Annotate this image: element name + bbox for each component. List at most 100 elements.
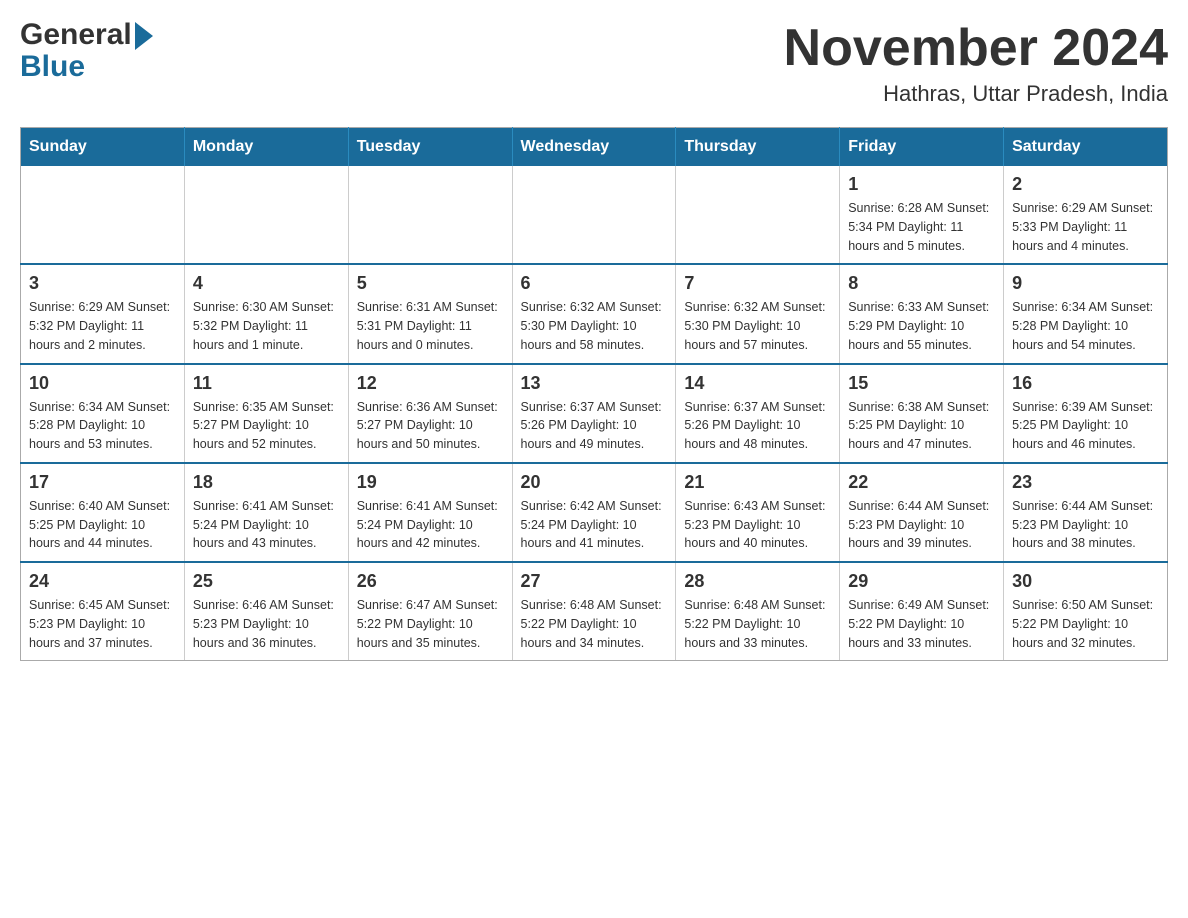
logo-blue-text: Blue [20,50,85,83]
calendar-cell [184,166,348,264]
day-info: Sunrise: 6:35 AM Sunset: 5:27 PM Dayligh… [193,398,340,454]
calendar-cell: 10 Sunrise: 6:34 AM Sunset: 5:28 PM Dayli… [21,364,185,463]
day-info: Sunrise: 6:36 AM Sunset: 5:27 PM Dayligh… [357,398,504,454]
day-number: 22 [848,472,995,493]
calendar-title: November 2024 [784,20,1168,77]
day-number: 14 [684,373,831,394]
day-info: Sunrise: 6:37 AM Sunset: 5:26 PM Dayligh… [684,398,831,454]
calendar-cell: 14 Sunrise: 6:37 AM Sunset: 5:26 PM Dayli… [676,364,840,463]
calendar-cell: 16 Sunrise: 6:39 AM Sunset: 5:25 PM Dayli… [1004,364,1168,463]
day-number: 10 [29,373,176,394]
day-info: Sunrise: 6:46 AM Sunset: 5:23 PM Dayligh… [193,596,340,652]
day-number: 3 [29,273,176,294]
day-number: 7 [684,273,831,294]
logo-general-text: General [20,20,132,50]
calendar-body: 1 Sunrise: 6:28 AM Sunset: 5:34 PM Daylig… [21,166,1168,661]
logo: General Blue [20,20,153,84]
day-info: Sunrise: 6:31 AM Sunset: 5:31 PM Dayligh… [357,298,504,354]
calendar-cell [348,166,512,264]
day-info: Sunrise: 6:38 AM Sunset: 5:25 PM Dayligh… [848,398,995,454]
day-info: Sunrise: 6:50 AM Sunset: 5:22 PM Dayligh… [1012,596,1159,652]
day-number: 24 [29,571,176,592]
day-number: 18 [193,472,340,493]
day-number: 15 [848,373,995,394]
calendar-cell: 17 Sunrise: 6:40 AM Sunset: 5:25 PM Dayli… [21,463,185,562]
day-number: 26 [357,571,504,592]
day-number: 17 [29,472,176,493]
calendar-weekday-sunday: Sunday [21,128,185,167]
calendar-cell: 20Sunrise: 6:42 AM Sunset: 5:24 PM Dayli… [512,463,676,562]
day-info: Sunrise: 6:41 AM Sunset: 5:24 PM Dayligh… [357,497,504,553]
calendar-week-4: 17 Sunrise: 6:40 AM Sunset: 5:25 PM Dayli… [21,463,1168,562]
calendar-cell [512,166,676,264]
day-number: 12 [357,373,504,394]
day-info: Sunrise: 6:48 AM Sunset: 5:22 PM Dayligh… [521,596,668,652]
calendar-cell: 12 Sunrise: 6:36 AM Sunset: 5:27 PM Dayli… [348,364,512,463]
day-info: Sunrise: 6:29 AM Sunset: 5:33 PM Dayligh… [1012,199,1159,255]
calendar-cell: 21 Sunrise: 6:43 AM Sunset: 5:23 PM Dayli… [676,463,840,562]
calendar-cell: 30 Sunrise: 6:50 AM Sunset: 5:22 PM Dayli… [1004,562,1168,661]
day-number: 9 [1012,273,1159,294]
day-number: 27 [521,571,668,592]
day-number: 30 [1012,571,1159,592]
calendar-cell: 2 Sunrise: 6:29 AM Sunset: 5:33 PM Daylig… [1004,166,1168,264]
day-info: Sunrise: 6:28 AM Sunset: 5:34 PM Dayligh… [848,199,995,255]
day-info: Sunrise: 6:39 AM Sunset: 5:25 PM Dayligh… [1012,398,1159,454]
day-number: 6 [521,273,668,294]
day-number: 21 [684,472,831,493]
day-number: 4 [193,273,340,294]
calendar-cell: 1 Sunrise: 6:28 AM Sunset: 5:34 PM Daylig… [840,166,1004,264]
day-number: 11 [193,373,340,394]
day-info: Sunrise: 6:41 AM Sunset: 5:24 PM Dayligh… [193,497,340,553]
day-number: 28 [684,571,831,592]
day-info: Sunrise: 6:29 AM Sunset: 5:32 PM Dayligh… [29,298,176,354]
day-info: Sunrise: 6:45 AM Sunset: 5:23 PM Dayligh… [29,596,176,652]
day-number: 13 [521,373,668,394]
calendar-weekday-wednesday: Wednesday [512,128,676,167]
logo-arrow-icon [135,22,153,50]
day-number: 25 [193,571,340,592]
calendar-weekday-friday: Friday [840,128,1004,167]
calendar-title-block: November 2024 Hathras, Uttar Pradesh, In… [784,20,1168,107]
day-info: Sunrise: 6:47 AM Sunset: 5:22 PM Dayligh… [357,596,504,652]
calendar-weekday-tuesday: Tuesday [348,128,512,167]
day-number: 23 [1012,472,1159,493]
day-number: 5 [357,273,504,294]
calendar-cell: 6 Sunrise: 6:32 AM Sunset: 5:30 PM Daylig… [512,264,676,363]
day-number: 20 [521,472,668,493]
day-info: Sunrise: 6:44 AM Sunset: 5:23 PM Dayligh… [848,497,995,553]
day-info: Sunrise: 6:32 AM Sunset: 5:30 PM Dayligh… [521,298,668,354]
calendar-weekday-saturday: Saturday [1004,128,1168,167]
day-info: Sunrise: 6:32 AM Sunset: 5:30 PM Dayligh… [684,298,831,354]
calendar-cell: 19 Sunrise: 6:41 AM Sunset: 5:24 PM Dayli… [348,463,512,562]
calendar-weekday-monday: Monday [184,128,348,167]
calendar-week-5: 24 Sunrise: 6:45 AM Sunset: 5:23 PM Dayli… [21,562,1168,661]
calendar-cell: 29Sunrise: 6:49 AM Sunset: 5:22 PM Dayli… [840,562,1004,661]
calendar-cell: 11 Sunrise: 6:35 AM Sunset: 5:27 PM Dayli… [184,364,348,463]
calendar-cell: 25 Sunrise: 6:46 AM Sunset: 5:23 PM Dayli… [184,562,348,661]
calendar-weekday-thursday: Thursday [676,128,840,167]
day-info: Sunrise: 6:34 AM Sunset: 5:28 PM Dayligh… [1012,298,1159,354]
calendar-cell: 3 Sunrise: 6:29 AM Sunset: 5:32 PM Daylig… [21,264,185,363]
day-info: Sunrise: 6:30 AM Sunset: 5:32 PM Dayligh… [193,298,340,354]
day-info: Sunrise: 6:48 AM Sunset: 5:22 PM Dayligh… [684,596,831,652]
calendar-header-row: SundayMondayTuesdayWednesdayThursdayFrid… [21,128,1168,167]
day-info: Sunrise: 6:49 AM Sunset: 5:22 PM Dayligh… [848,596,995,652]
day-number: 16 [1012,373,1159,394]
calendar-week-3: 10 Sunrise: 6:34 AM Sunset: 5:28 PM Dayli… [21,364,1168,463]
calendar-cell: 15 Sunrise: 6:38 AM Sunset: 5:25 PM Dayli… [840,364,1004,463]
day-info: Sunrise: 6:33 AM Sunset: 5:29 PM Dayligh… [848,298,995,354]
calendar-cell: 26 Sunrise: 6:47 AM Sunset: 5:22 PM Dayli… [348,562,512,661]
day-info: Sunrise: 6:43 AM Sunset: 5:23 PM Dayligh… [684,497,831,553]
calendar-cell [21,166,185,264]
calendar-header: SundayMondayTuesdayWednesdayThursdayFrid… [21,128,1168,167]
page-header: General Blue November 2024 Hathras, Utta… [20,20,1168,107]
calendar-cell: 24 Sunrise: 6:45 AM Sunset: 5:23 PM Dayli… [21,562,185,661]
day-number: 2 [1012,174,1159,195]
day-info: Sunrise: 6:40 AM Sunset: 5:25 PM Dayligh… [29,497,176,553]
calendar-cell: 27 Sunrise: 6:48 AM Sunset: 5:22 PM Dayli… [512,562,676,661]
day-number: 1 [848,174,995,195]
day-number: 19 [357,472,504,493]
calendar-cell: 23Sunrise: 6:44 AM Sunset: 5:23 PM Dayli… [1004,463,1168,562]
day-info: Sunrise: 6:34 AM Sunset: 5:28 PM Dayligh… [29,398,176,454]
